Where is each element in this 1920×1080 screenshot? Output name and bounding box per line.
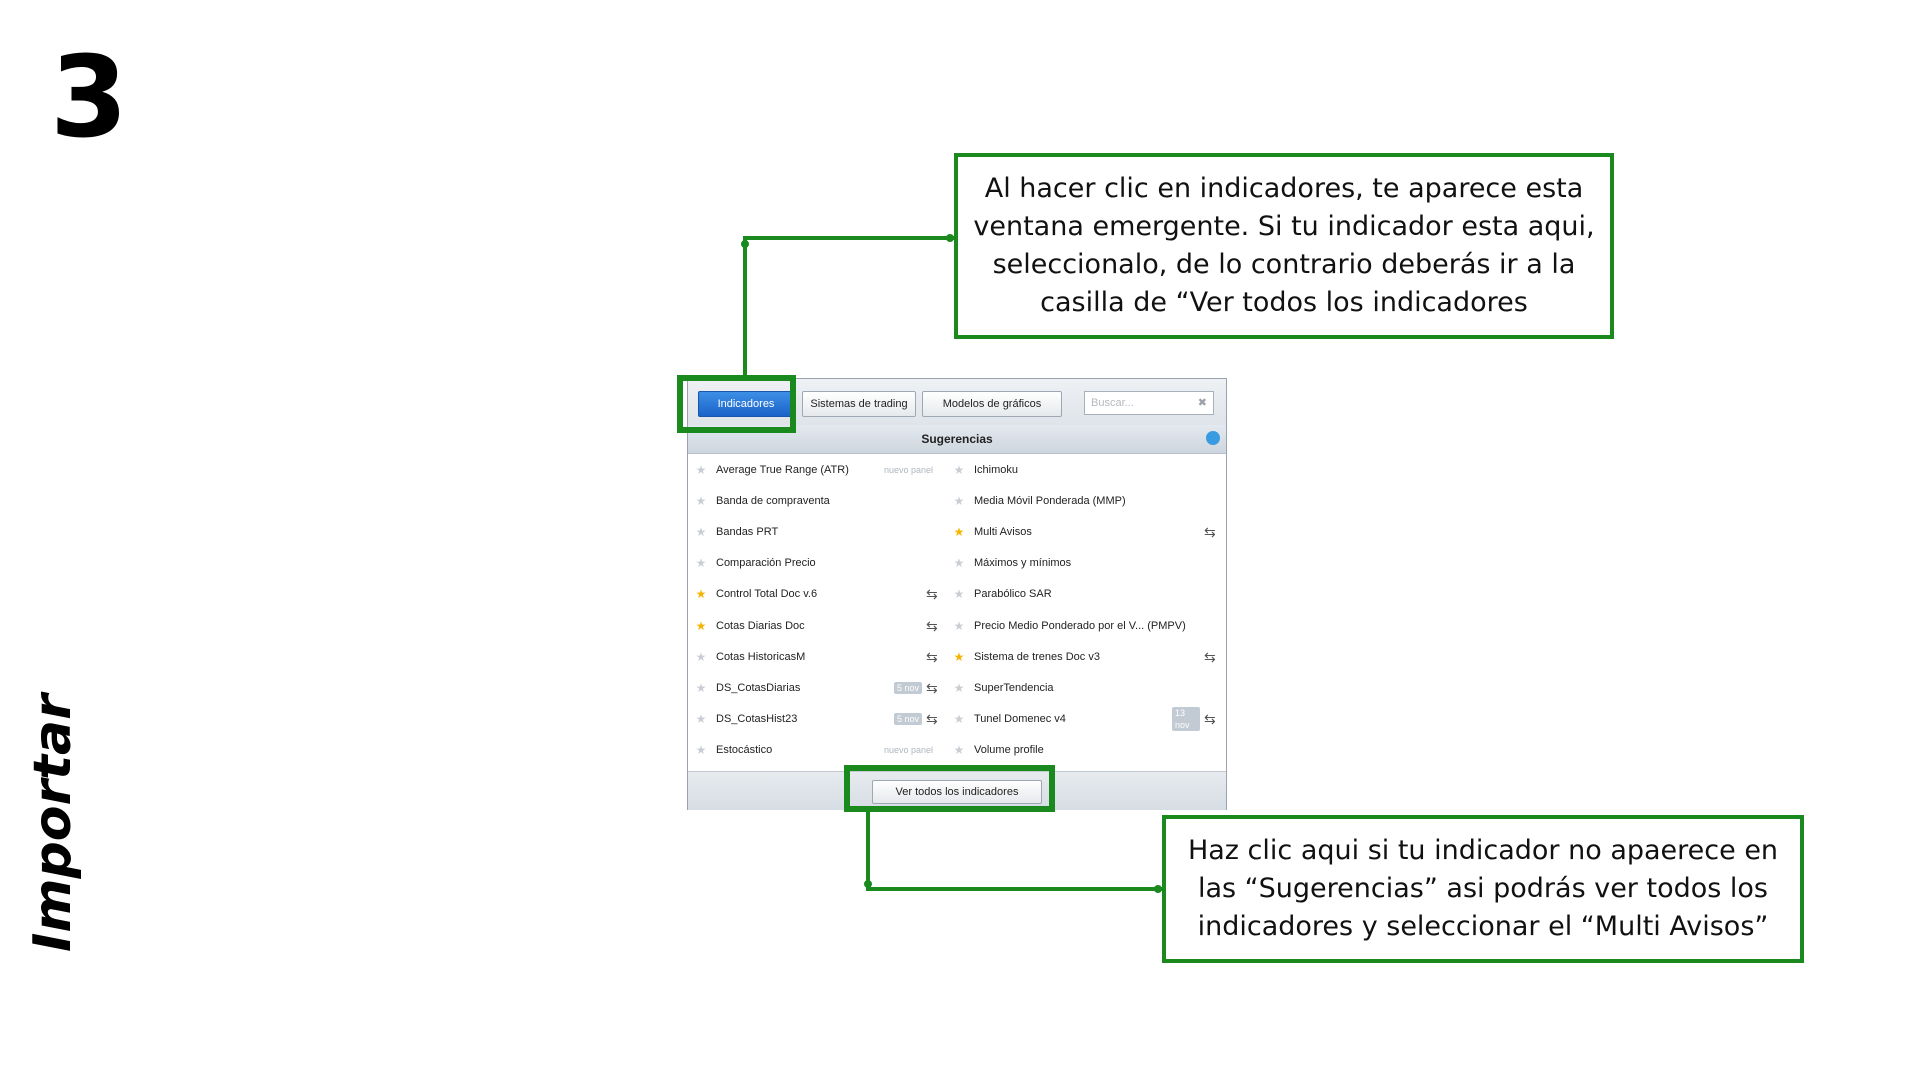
sync-icon[interactable]: ⇆	[926, 587, 944, 601]
list-item-label: Average True Range (ATR)	[716, 463, 849, 476]
list-item-label: Bandas PRT	[716, 525, 779, 538]
clear-icon[interactable]: ✖	[1198, 392, 1207, 414]
tab-sistemas-de-trading[interactable]: Sistemas de trading	[802, 391, 916, 417]
list-item[interactable]: ★ Cotas Diarias Doc ⇆	[692, 610, 942, 641]
connector-bottom-dot-b	[1154, 885, 1162, 893]
list-item-label: DS_CotasDiarias	[716, 681, 801, 694]
star-outline-icon[interactable]: ★	[950, 743, 968, 757]
connector-top-dot-a	[741, 240, 749, 248]
connector-top-dot-b	[946, 234, 954, 242]
list-item-label: Máximos y mínimos	[974, 557, 1072, 570]
star-outline-icon[interactable]: ★	[950, 619, 968, 633]
list-item[interactable]: ★ Parabólico SAR	[950, 579, 1200, 610]
list-item-label: Volume profile	[974, 744, 1044, 757]
list-item[interactable]: ★ Precio Medio Ponderado por el V... (PMP…	[950, 610, 1200, 641]
list-item[interactable]: ★ Average True Range (ATR) nuevo panel	[692, 454, 942, 485]
star-filled-icon[interactable]: ★	[692, 619, 710, 633]
indicator-popup: Indicadores Sistemas de trading Modelos …	[687, 378, 1227, 810]
sync-icon[interactable]: ⇆	[1204, 650, 1222, 664]
star-outline-icon[interactable]: ★	[950, 681, 968, 695]
callout-top-text: Al hacer clic en indicadores, te aparece…	[973, 173, 1595, 318]
callout-bottom: Haz clic aqui si tu indicador no apaerec…	[1162, 815, 1804, 963]
list-item[interactable]: ★ Máximos y mínimos	[950, 548, 1200, 579]
star-outline-icon[interactable]: ★	[692, 556, 710, 570]
connector-bottom	[866, 812, 1162, 891]
list-item[interactable]: ★ Bandas PRT	[692, 516, 942, 547]
list-item[interactable]: ★ DS_CotasDiarias 5 nov ⇆	[692, 672, 942, 703]
search-input[interactable]: Buscar... ✖	[1084, 391, 1214, 415]
list-item[interactable]: ★ Tunel Domenec v4 13 nov ⇆	[950, 704, 1216, 735]
sync-icon[interactable]: ⇆	[926, 712, 944, 726]
list-item[interactable]: ★ Banda de compraventa	[692, 485, 942, 516]
list-item-label: Sistema de trenes Doc v3	[974, 650, 1100, 663]
list-item-label: Multi Avisos	[974, 525, 1032, 538]
sync-icon[interactable]: ⇆	[926, 650, 944, 664]
list-item[interactable]: ★ Media Móvil Ponderada (MMP)	[950, 485, 1200, 516]
highlight-view-all-button	[844, 765, 1055, 812]
list-item[interactable]: ★ Sistema de trenes Doc v3 ⇆	[950, 641, 1216, 672]
list-item-label: Precio Medio Ponderado por el V... (PMPV…	[974, 619, 1186, 632]
list-item[interactable]: ★ Comparación Precio	[692, 548, 942, 579]
date-badge: 5 nov	[894, 681, 923, 694]
star-filled-icon[interactable]: ★	[950, 525, 968, 539]
star-outline-icon[interactable]: ★	[692, 681, 710, 695]
new-panel-note: nuevo panel	[884, 464, 934, 475]
star-outline-icon[interactable]: ★	[950, 556, 968, 570]
list-item[interactable]: ★ Volume profile	[950, 735, 1200, 766]
list-item[interactable]: ★ DS_CotasHist23 5 nov ⇆	[692, 704, 942, 735]
star-filled-icon[interactable]: ★	[950, 650, 968, 664]
connector-bottom-dot-a	[864, 880, 872, 888]
connector-top	[743, 236, 954, 377]
list-item-label: Cotas HistoricasM	[716, 650, 806, 663]
star-outline-icon[interactable]: ★	[950, 494, 968, 508]
list-item-label: Cotas Diarias Doc	[716, 619, 805, 632]
sync-icon[interactable]: ⇆	[1204, 712, 1222, 726]
sync-icon[interactable]: ⇆	[926, 619, 944, 633]
list-item-label: Control Total Doc v.6	[716, 588, 818, 601]
help-icon[interactable]	[1206, 431, 1220, 445]
list-item[interactable]: ★ SuperTendencia	[950, 672, 1200, 703]
list-item-label: SuperTendencia	[974, 681, 1054, 694]
list-item-label: Banda de compraventa	[716, 494, 830, 507]
star-outline-icon[interactable]: ★	[692, 525, 710, 539]
star-outline-icon[interactable]: ★	[692, 463, 710, 477]
suggestions-title: Sugerencias	[921, 432, 993, 446]
callout-top: Al hacer clic en indicadores, te aparece…	[954, 153, 1614, 339]
list-item-label: Tunel Domenec v4	[974, 713, 1066, 726]
star-filled-icon[interactable]: ★	[692, 587, 710, 601]
list-item-label: Estocástico	[716, 744, 773, 757]
list-item[interactable]: ★ Estocástico nuevo panel	[692, 735, 942, 766]
list-item-label: DS_CotasHist23	[716, 713, 798, 726]
list-item-label: Parabólico SAR	[974, 588, 1052, 601]
step-number: 3	[50, 33, 128, 163]
sync-icon[interactable]: ⇆	[926, 681, 944, 695]
list-item[interactable]: ★ Cotas HistoricasM ⇆	[692, 641, 942, 672]
list-item[interactable]: ★ Multi Avisos ⇆	[950, 516, 1216, 547]
list-item[interactable]: ★ Ichimoku	[950, 454, 1200, 485]
star-outline-icon[interactable]: ★	[692, 650, 710, 664]
star-outline-icon[interactable]: ★	[950, 712, 968, 726]
highlight-indicadores-tab	[677, 375, 796, 433]
star-outline-icon[interactable]: ★	[692, 494, 710, 508]
callout-bottom-text: Haz clic aqui si tu indicador no apaerec…	[1187, 835, 1779, 942]
list-item-label: Comparación Precio	[716, 557, 816, 570]
list-item-label: Ichimoku	[974, 463, 1019, 476]
tab-modelos-de-graficos[interactable]: Modelos de gráficos	[922, 391, 1062, 417]
star-outline-icon[interactable]: ★	[692, 743, 710, 757]
date-badge: 5 nov	[894, 713, 923, 726]
list-item-label: Media Móvil Ponderada (MMP)	[974, 494, 1126, 507]
star-outline-icon[interactable]: ★	[950, 463, 968, 477]
vertical-title: Importar	[23, 694, 83, 952]
star-outline-icon[interactable]: ★	[950, 587, 968, 601]
new-panel-note: nuevo panel	[884, 745, 934, 756]
list-item[interactable]: ★ Control Total Doc v.6 ⇆	[692, 579, 942, 610]
date-badge: 13 nov	[1172, 707, 1200, 732]
star-outline-icon[interactable]: ★	[692, 712, 710, 726]
search-placeholder: Buscar...	[1091, 397, 1134, 409]
sync-icon[interactable]: ⇆	[1204, 525, 1222, 539]
